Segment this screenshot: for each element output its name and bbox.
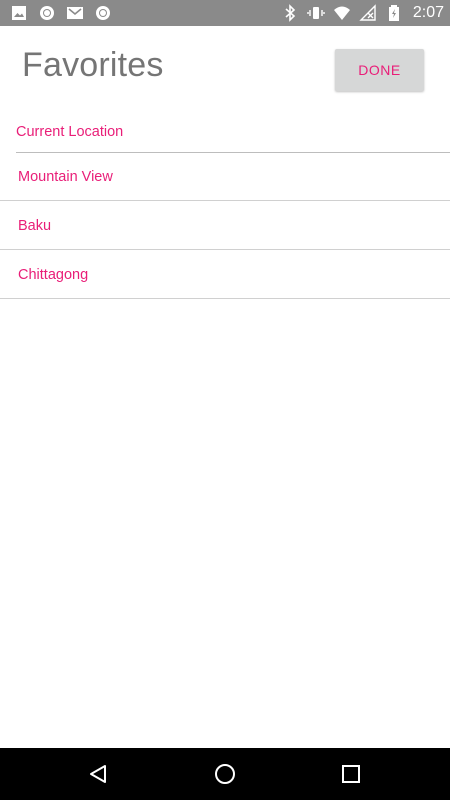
bluetooth-icon xyxy=(281,4,299,22)
record-icon xyxy=(38,4,56,22)
recents-icon[interactable] xyxy=(339,762,363,786)
list-item[interactable]: Baku xyxy=(0,202,450,250)
image-icon xyxy=(10,4,28,22)
back-icon[interactable] xyxy=(86,762,110,786)
vibrate-icon xyxy=(307,4,325,22)
wifi-icon xyxy=(333,4,351,22)
status-bar: 2:07 xyxy=(0,0,450,26)
home-icon[interactable] xyxy=(213,762,237,786)
current-location-item[interactable]: Current Location xyxy=(16,112,450,153)
status-left-icons xyxy=(10,4,112,22)
list-item[interactable]: Mountain View xyxy=(0,153,450,201)
navigation-bar xyxy=(0,748,450,800)
no-signal-icon xyxy=(359,4,377,22)
status-right-icons: 2:07 xyxy=(281,3,444,23)
record-icon xyxy=(94,4,112,22)
mail-icon xyxy=(66,4,84,22)
done-button[interactable]: DONE xyxy=(335,49,424,91)
page-title: Favorites xyxy=(22,46,164,84)
battery-icon xyxy=(385,4,403,22)
status-time: 2:07 xyxy=(412,4,444,21)
list-item[interactable]: Chittagong xyxy=(0,251,450,299)
